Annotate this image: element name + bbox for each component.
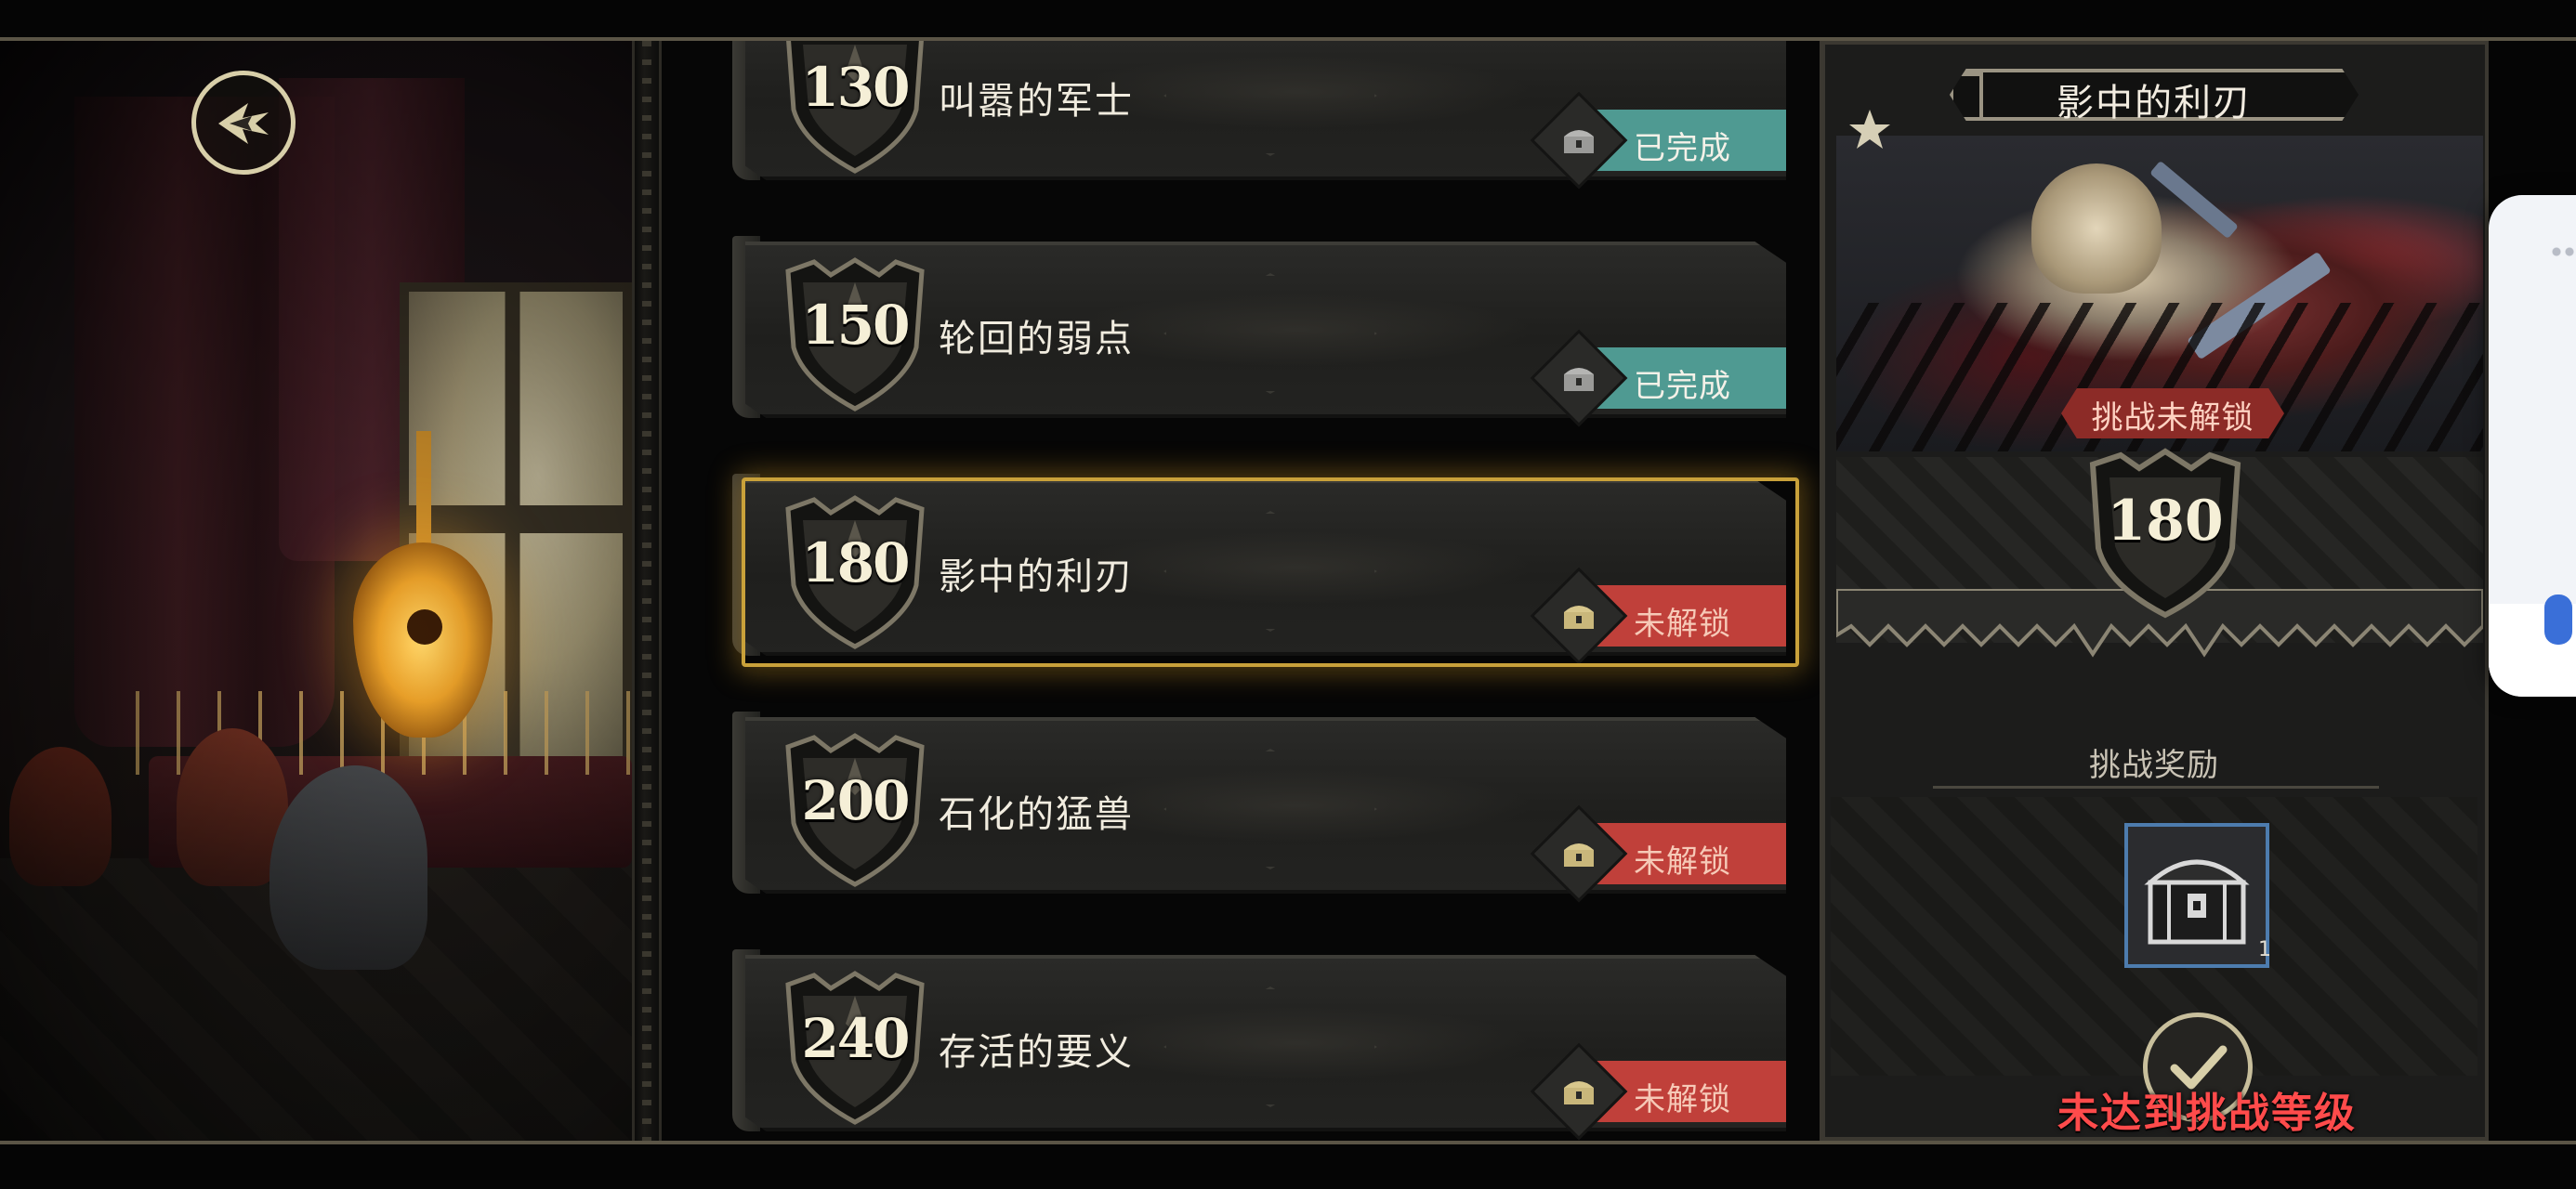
- chest-icon: [1564, 843, 1594, 867]
- boss-head: [2031, 163, 2162, 294]
- challenge-level: 150: [801, 294, 910, 357]
- challenge-name: 轮回的弱点: [939, 318, 1134, 360]
- status-label: 未解锁: [1634, 1081, 1731, 1118]
- challenge-status: 已完成: [1530, 91, 1786, 189]
- status-label: 已完成: [1634, 130, 1731, 167]
- reward-item-slot[interactable]: [2124, 823, 2269, 968]
- challenge-card[interactable]: 200 石化的猛兽 未解锁: [727, 712, 1805, 907]
- scene-vignette: [0, 41, 632, 1141]
- challenge-status: 未解锁: [1530, 804, 1786, 903]
- chest-icon: [1564, 130, 1594, 153]
- challenge-status: 未解锁: [1530, 567, 1786, 665]
- challenge-card[interactable]: 240 存活的要义 未解锁: [727, 949, 1805, 1141]
- challenge-card[interactable]: 180 影中的利刃 未解锁: [727, 474, 1805, 669]
- challenge-status: 已完成: [1530, 329, 1786, 427]
- star-badge-icon: [1849, 110, 1890, 149]
- challenge-list[interactable]: 130 叫嚣的军士 已完成 150 轮回的弱点 已完成 180 影中的利刃 未解…: [662, 41, 1823, 1141]
- detail-level: 180: [2107, 489, 2224, 554]
- reward-divider: [1933, 786, 2379, 789]
- boss-blade-upper: [2149, 160, 2239, 240]
- reward-count: 1: [2258, 938, 2271, 961]
- left-divider-ornament: [632, 41, 662, 1141]
- challenge-name: 影中的利刃: [939, 555, 1134, 598]
- status-label: 已完成: [1634, 368, 1731, 405]
- bubble-tab-icon: [2544, 594, 2572, 645]
- tavern-scene-illustration: [0, 41, 632, 1141]
- reward-label: 挑战奖励: [2089, 747, 2219, 784]
- bottom-frame-line: [0, 1141, 2576, 1144]
- chest-icon: [1564, 1081, 1594, 1104]
- status-label: 未解锁: [1634, 843, 1731, 881]
- back-arrow-icon: [218, 103, 269, 144]
- level-warning: 未达到挑战等级: [2057, 1090, 2357, 1137]
- challenge-name: 存活的要义: [939, 1031, 1134, 1074]
- chest-icon: [1564, 606, 1594, 629]
- challenge-level: 200: [801, 769, 910, 832]
- status-label: 未解锁: [1634, 606, 1731, 643]
- floating-assistant-bubble[interactable]: [2489, 195, 2576, 697]
- lock-banner-text: 挑战未解锁: [2091, 399, 2254, 437]
- challenge-status: 未解锁: [1530, 1042, 1786, 1141]
- challenge-level: 130: [801, 56, 910, 119]
- challenge-card[interactable]: 130 叫嚣的军士 已完成: [727, 41, 1805, 193]
- challenge-card[interactable]: 150 轮回的弱点 已完成: [727, 236, 1805, 431]
- detail-title: 影中的利刃: [2057, 82, 2252, 124]
- back-button[interactable]: [191, 71, 296, 175]
- challenge-name: 石化的猛兽: [939, 793, 1134, 836]
- challenge-level: 240: [801, 1007, 910, 1070]
- challenge-level: 180: [801, 531, 910, 594]
- challenge-name: 叫嚣的军士: [939, 80, 1134, 123]
- chest-icon: [1564, 368, 1594, 391]
- treasure-chest-icon: [2144, 859, 2250, 945]
- more-dots-icon: [2550, 247, 2576, 256]
